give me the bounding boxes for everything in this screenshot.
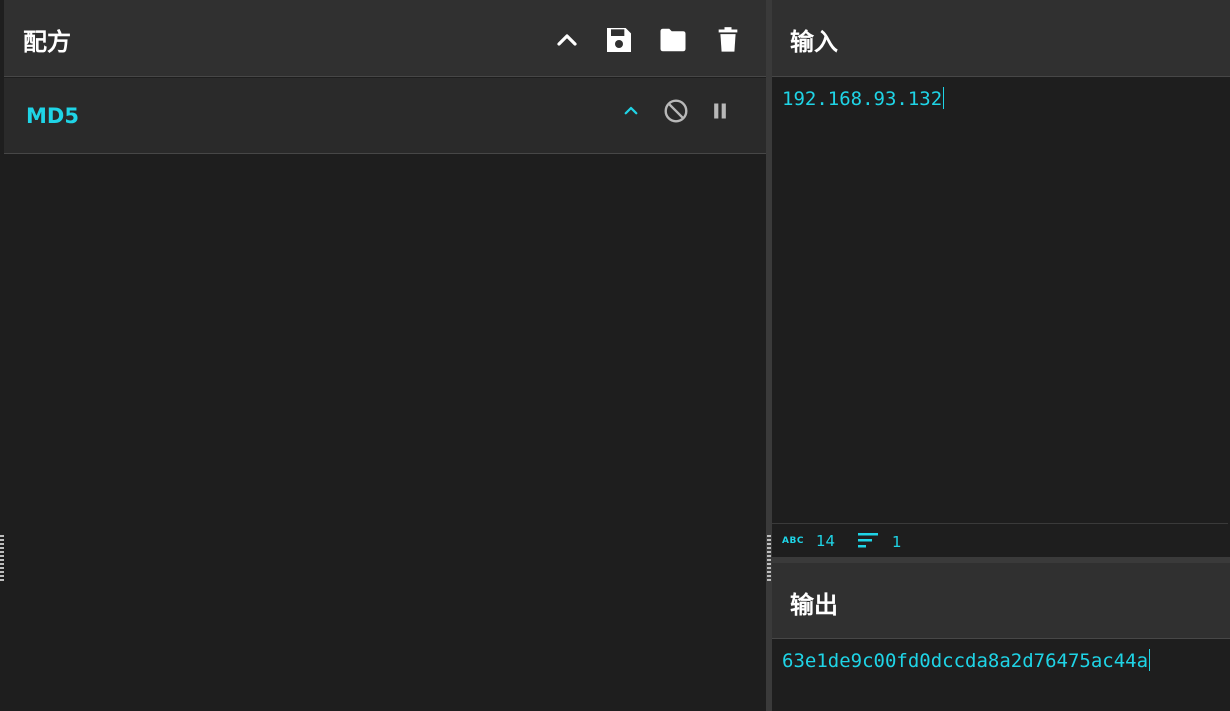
trash-icon <box>714 24 742 56</box>
text-caret <box>943 87 945 109</box>
input-length-value: 14 <box>815 532 836 550</box>
chevron-up-icon <box>622 102 640 124</box>
breakpoint-operation-button[interactable] <box>705 98 735 128</box>
operation-name: MD5 <box>26 104 79 128</box>
save-icon <box>603 24 635 56</box>
input-textarea[interactable]: 192.168.93.132 <box>782 87 945 111</box>
operation-md5[interactable]: MD5 <box>4 78 766 154</box>
pause-icon <box>710 101 730 125</box>
folder-icon <box>656 25 690 55</box>
input-value: 192.168.93.132 <box>782 88 943 110</box>
output-textarea[interactable]: 63e1de9c00fd0dccda8a2d76475ac44a <box>782 649 1151 673</box>
abc-icon: ABC <box>782 536 804 546</box>
output-pane: 输出 63e1de9c00fd0dccda8a2d76475ac44a <box>772 563 1230 711</box>
input-header: 输入 <box>772 0 1230 77</box>
input-lines-value: 1 <box>892 533 902 551</box>
recipe-pane: 配方 MD5 <box>4 0 766 711</box>
resize-handle-left[interactable] <box>0 535 4 583</box>
recipe-title: 配方 <box>23 28 71 56</box>
lines-icon <box>858 532 878 552</box>
app-window: 配方 MD5 输入 192.168.93.132 ABC 14 1 输出 63e… <box>0 0 1230 711</box>
output-header: 输出 <box>772 563 1230 639</box>
input-length-stat: ABC 14 <box>782 532 835 550</box>
save-recipe-button[interactable] <box>603 22 635 58</box>
output-title: 输出 <box>790 591 838 619</box>
resize-handle-middle[interactable] <box>767 535 771 583</box>
disable-operation-button[interactable] <box>661 98 691 128</box>
input-pane: 输入 192.168.93.132 ABC 14 1 <box>772 0 1230 557</box>
input-status-bar: ABC 14 1 <box>772 523 1228 557</box>
load-recipe-button[interactable] <box>657 22 689 58</box>
text-caret <box>1149 649 1151 671</box>
input-title: 输入 <box>790 28 838 56</box>
clear-recipe-button[interactable] <box>712 22 744 58</box>
chevron-up-icon <box>555 28 579 52</box>
output-value: 63e1de9c00fd0dccda8a2d76475ac44a <box>782 650 1149 672</box>
recipe-header: 配方 <box>4 0 766 77</box>
collapse-all-button[interactable] <box>551 22 583 58</box>
disable-icon <box>663 98 689 128</box>
input-lines-stat: 1 <box>858 532 902 552</box>
collapse-operation-button[interactable] <box>616 98 646 128</box>
